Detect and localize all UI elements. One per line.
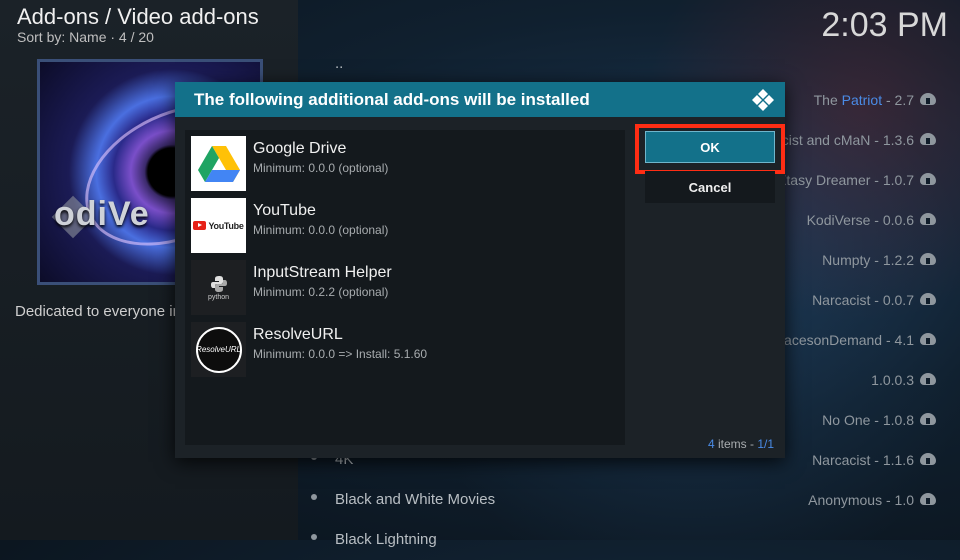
list-item-author: No One - 1.0.8 bbox=[822, 412, 914, 428]
youtube-logo-text: YouTube bbox=[208, 220, 244, 231]
google-drive-icon bbox=[191, 136, 246, 191]
cloud-download-icon bbox=[920, 93, 936, 105]
play-icon bbox=[193, 221, 207, 230]
list-item[interactable]: Google Drive Minimum: 0.0.0 (optional) bbox=[191, 136, 621, 194]
item-count: 4 items - 1/1 bbox=[707, 437, 774, 451]
addon-version-requirement: Minimum: 0.0.0 (optional) bbox=[253, 223, 389, 237]
list-item[interactable]: Black Lightning bbox=[300, 520, 948, 560]
addon-description: Dedicated to everyone in bbox=[15, 303, 175, 320]
youtube-icon: YouTube bbox=[191, 198, 246, 253]
cloud-download-icon bbox=[920, 253, 936, 265]
breadcrumb: Add-ons / Video add-ons bbox=[17, 4, 259, 29]
list-item[interactable]: Black and White Movies Anonymous - 1.0 bbox=[300, 480, 948, 520]
dialog-title: The following additional add-ons will be… bbox=[194, 90, 590, 109]
list-item-author: The Patriot - 2.7 bbox=[813, 92, 914, 108]
list-item-author: KodiVerse - 0.0.6 bbox=[806, 212, 914, 228]
cloud-download-icon bbox=[920, 293, 936, 305]
cloud-download-icon bbox=[920, 373, 936, 385]
cloud-download-icon bbox=[920, 333, 936, 345]
list-item[interactable]: python InputStream Helper Minimum: 0.2.2… bbox=[191, 260, 621, 318]
fanart-logo-text: odiVe bbox=[54, 195, 150, 233]
python-icon: python bbox=[191, 260, 246, 315]
cloud-download-icon bbox=[920, 453, 936, 465]
cancel-button[interactable]: Cancel bbox=[645, 171, 775, 203]
list-item-author: Narcacist - 1.1.6 bbox=[812, 452, 914, 468]
list-item-name: .. bbox=[335, 55, 344, 72]
dialog-header: The following additional add-ons will be… bbox=[175, 82, 785, 117]
list-item[interactable]: YouTube YouTube Minimum: 0.0.0 (optional… bbox=[191, 198, 621, 256]
addon-version-requirement: Minimum: 0.0.0 => Install: 5.1.60 bbox=[253, 347, 428, 361]
resolveurl-logo-text: ResolveURL bbox=[196, 345, 241, 354]
kodi-icon bbox=[752, 89, 774, 111]
list-item-author: Anonymous - 1.0 bbox=[808, 492, 914, 508]
python-logo-text: python bbox=[207, 293, 230, 301]
sort-indicator[interactable]: Sort by: Name · 4 / 20 bbox=[17, 29, 154, 45]
cloud-download-icon bbox=[920, 413, 936, 425]
addon-title: YouTube bbox=[253, 202, 316, 219]
addon-title: ResolveURL bbox=[253, 326, 343, 343]
list-item-author: 1.0.0.3 bbox=[871, 372, 914, 388]
list-item[interactable]: .. bbox=[300, 44, 948, 84]
cloud-download-icon bbox=[920, 133, 936, 145]
cloud-download-icon bbox=[920, 173, 936, 185]
addon-title: InputStream Helper bbox=[253, 264, 392, 281]
ok-button[interactable]: OK bbox=[645, 131, 775, 163]
list-item-author: Narcacist - 0.0.7 bbox=[812, 292, 914, 308]
resolveurl-icon: ResolveURL bbox=[191, 322, 246, 377]
cloud-download-icon bbox=[920, 213, 936, 225]
addon-dependency-list: Google Drive Minimum: 0.0.0 (optional) Y… bbox=[185, 130, 625, 445]
bullet-icon bbox=[311, 534, 317, 540]
list-item-author: arcist and cMaN - 1.3.6 bbox=[769, 132, 914, 148]
bullet-icon bbox=[311, 494, 317, 500]
addon-version-requirement: Minimum: 0.0.0 (optional) bbox=[253, 161, 389, 175]
addon-title: Google Drive bbox=[253, 140, 347, 157]
list-item-author: Xtasy Dreamer - 1.0.7 bbox=[777, 172, 914, 188]
list-item-author: Numpty - 1.2.2 bbox=[822, 252, 914, 268]
list-item-name: Black and White Movies bbox=[335, 491, 496, 508]
list-item[interactable]: ResolveURL ResolveURL Minimum: 0.0.0 => … bbox=[191, 322, 621, 380]
list-item-author: RacesonDemand - 4.1 bbox=[773, 332, 914, 348]
cloud-download-icon bbox=[920, 493, 936, 505]
addon-version-requirement: Minimum: 0.2.2 (optional) bbox=[253, 285, 389, 299]
